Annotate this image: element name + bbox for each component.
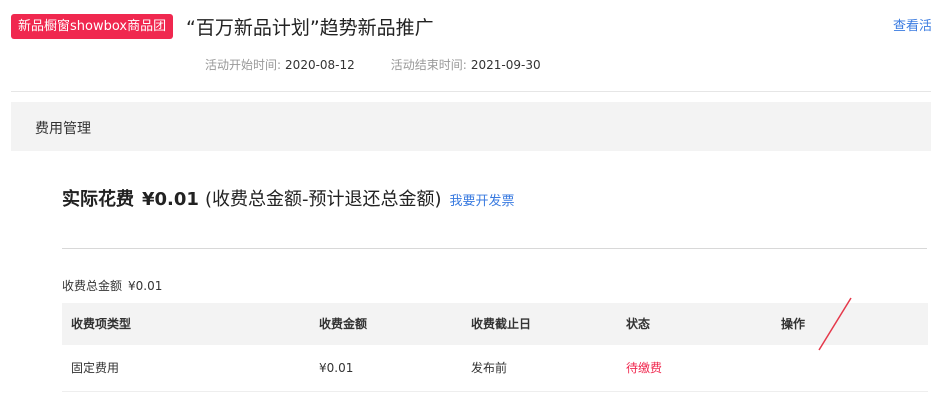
- total-fee-line: 收费总金额 ¥0.01: [62, 277, 162, 294]
- invoice-link[interactable]: 我要开发票: [449, 194, 514, 209]
- total-fee-value: ¥0.01: [128, 279, 163, 293]
- actual-cost-line: 实际花费 ¥0.01 (收费总金额-预计退还总金额) 我要开发票: [62, 186, 515, 216]
- end-time-label: 活动结束时间:: [390, 58, 467, 72]
- view-activity-link[interactable]: 查看活: [893, 15, 931, 34]
- table-row: 固定费用 ¥0.01 发布前 待缴费: [62, 345, 928, 392]
- column-header-type: 收费项类型: [71, 317, 132, 331]
- cell-status: 待缴费: [626, 361, 663, 375]
- header-divider: [11, 91, 931, 92]
- actual-cost-amount: ¥0.01: [142, 189, 199, 210]
- page-title: “百万新品计划”趋势新品推广: [186, 17, 434, 39]
- activity-dates: 活动开始时间: 2020-08-12 活动结束时间: 2021-09-30: [205, 56, 541, 73]
- column-header-deadline: 收费截止日: [471, 317, 532, 331]
- actual-cost-label: 实际花费: [62, 189, 134, 210]
- total-fee-label: 收费总金额: [62, 279, 123, 293]
- start-time-value: 2020-08-12: [285, 58, 355, 72]
- start-time-label: 活动开始时间:: [205, 58, 282, 72]
- table-header: 收费项类型 收费金额 收费截止日 状态 操作: [62, 303, 928, 345]
- fee-table: 收费项类型 收费金额 收费截止日 状态 操作 固定费用 ¥0.01 发布前 待缴…: [62, 303, 928, 392]
- column-header-amount: 收费金额: [319, 317, 368, 331]
- column-header-action: 操作: [781, 317, 806, 331]
- end-time-value: 2021-09-30: [470, 58, 541, 72]
- actual-cost-note: (收费总金额-预计退还总金额): [204, 189, 442, 210]
- activity-tag-badge: 新品橱窗showbox商品团: [11, 14, 174, 39]
- cell-amount: ¥0.01: [319, 361, 354, 375]
- cell-type: 固定费用: [71, 361, 120, 375]
- section-title: 费用管理: [35, 121, 91, 137]
- section-header: 费用管理: [11, 102, 931, 151]
- column-header-status: 状态: [626, 317, 651, 331]
- cell-deadline: 发布前: [471, 361, 508, 375]
- summary-divider: [62, 248, 927, 249]
